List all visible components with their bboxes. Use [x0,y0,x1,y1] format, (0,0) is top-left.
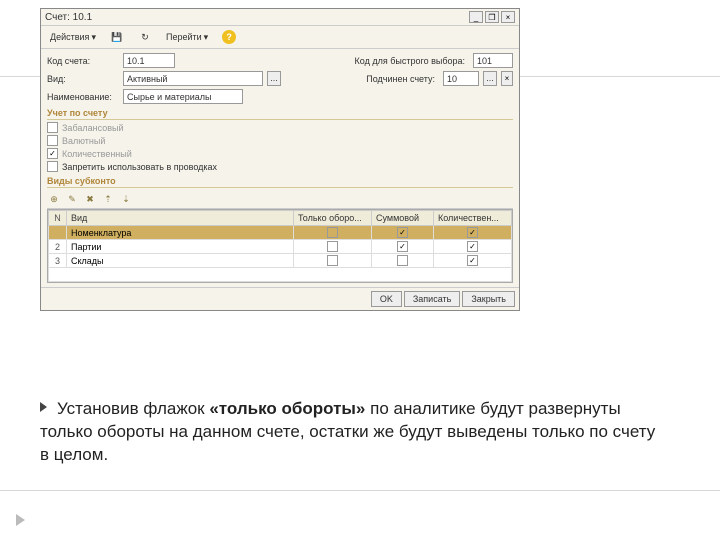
footer: OK Записать Закрыть [41,287,519,310]
chk-off-balance[interactable] [47,122,58,133]
edit-row-icon[interactable]: ✎ [65,192,79,206]
col-n[interactable]: N [49,211,67,226]
table-row[interactable]: Номенклатура ✓ ✓ [49,226,512,240]
name-label: Наименование: [47,92,119,102]
name-input[interactable] [123,89,243,104]
chk-quantity[interactable]: ✓ [47,148,58,159]
add-row-icon[interactable]: ⊕ [47,192,61,206]
cell-chk[interactable] [397,255,408,266]
chk-currency-label: Валютный [62,136,105,146]
corner-triangle-icon [16,514,25,526]
close-form-button[interactable]: Закрыть [462,291,515,307]
ok-button[interactable]: OK [371,291,402,307]
vid-input[interactable] [123,71,263,86]
move-up-icon[interactable]: ⇡ [101,192,115,206]
kod-label: Код счета: [47,56,119,66]
kod-input[interactable] [123,53,175,68]
chk-forbid[interactable] [47,161,58,172]
cell-chk[interactable]: ✓ [467,227,478,238]
subconto-grid[interactable]: N Вид Только оборо... Суммовой Количеств… [47,209,513,283]
col-vid[interactable]: Вид [67,211,294,226]
quick-input[interactable] [473,53,513,68]
acct-section-title: Учет по счету [47,108,513,120]
refresh-icon: ↻ [138,30,152,44]
cell-chk[interactable]: ✓ [467,255,478,266]
subk-section-title: Виды субконто [47,176,513,188]
refresh-icon-button[interactable]: ↻ [133,28,157,46]
save-button[interactable]: Записать [404,291,460,307]
window-title: Счет: 10.1 [45,12,469,23]
cell-chk[interactable]: ✓ [397,241,408,252]
vid-lookup-button[interactable]: … [267,71,281,86]
chk-forbid-label: Запретить использовать в проводках [62,162,217,172]
chk-off-balance-label: Забалансовый [62,123,124,133]
cell-chk[interactable]: ✓ [397,227,408,238]
help-button[interactable]: ? [217,28,241,46]
form-body: Код счета: Код для быстрого выбора: Вид:… [41,49,519,287]
account-window: Счет: 10.1 _ ❐ × Действия ▾ 💾 ↻ Перейти … [40,8,520,311]
sub-clear-button[interactable]: × [501,71,513,86]
delete-row-icon[interactable]: ✖ [83,192,97,206]
sub-lookup-button[interactable]: … [483,71,497,86]
cell-chk[interactable] [327,227,338,238]
slide-caption: Установив флажок «только обороты» по ана… [40,398,660,467]
titlebar: Счет: 10.1 _ ❐ × [41,9,519,26]
sub-label: Подчинен счету: [366,74,435,84]
toolbar: Действия ▾ 💾 ↻ Перейти ▾ ? [41,26,519,49]
chk-currency[interactable] [47,135,58,146]
col-oboro[interactable]: Только оборо... [294,211,372,226]
help-icon: ? [222,30,236,44]
bullet-icon [40,402,47,412]
table-row[interactable]: 2 Партии ✓ ✓ [49,240,512,254]
cell-chk[interactable] [327,255,338,266]
vid-label: Вид: [47,74,119,84]
save-icon-button[interactable]: 💾 [105,28,129,46]
close-button[interactable]: × [501,11,515,23]
quick-label: Код для быстрого выбора: [355,56,465,66]
move-down-icon[interactable]: ⇣ [119,192,133,206]
cell-chk[interactable] [327,241,338,252]
subk-toolbar: ⊕ ✎ ✖ ⇡ ⇣ [47,190,513,209]
restore-button[interactable]: ❐ [485,11,499,23]
goto-menu[interactable]: Перейти ▾ [161,30,213,45]
col-kol[interactable]: Количествен... [434,211,512,226]
actions-menu[interactable]: Действия ▾ [45,30,101,45]
chk-quantity-label: Количественный [62,149,132,159]
sub-input[interactable] [443,71,479,86]
table-row[interactable]: 3 Склады ✓ [49,254,512,268]
cell-chk[interactable]: ✓ [467,241,478,252]
col-sum[interactable]: Суммовой [372,211,434,226]
diskette-icon: 💾 [110,30,124,44]
minimize-button[interactable]: _ [469,11,483,23]
